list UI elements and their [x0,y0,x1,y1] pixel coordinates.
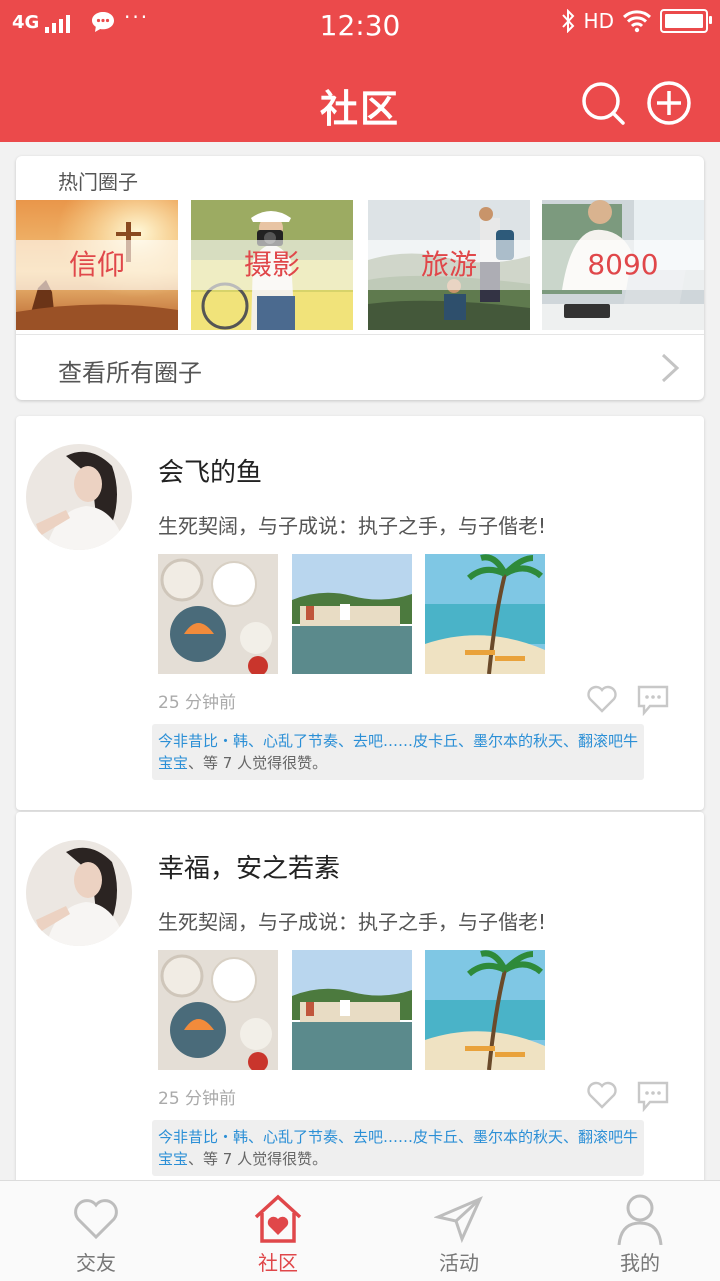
avatar[interactable] [26,444,132,550]
post-time: 25 分钟前 [158,693,237,713]
liked-by-suffix: 、等 7 人觉得很赞。 [188,754,328,772]
circle-label: 摄影 [191,240,353,290]
liked-by-suffix: 、等 7 人觉得很赞。 [188,1150,328,1168]
circle-label: 信仰 [16,240,178,290]
bluetooth-icon [561,9,574,33]
status-right: HD [560,9,712,33]
post-text: 生死契阔，与子成说：执子之手，与子偕老! [158,910,547,934]
circle-tile-photography[interactable]: 摄影 [191,200,353,330]
tab-friends[interactable]: 交友 [6,1181,186,1281]
liked-by-box: 今非昔比・韩、心乱了节奏、去吧……皮卡丘、墨尔本的秋天、翻滚吧牛宝宝、等 7 人… [152,1120,644,1176]
person-icon [617,1194,663,1245]
paper-plane-icon [434,1196,483,1244]
battery-icon [660,9,712,33]
app-header: 4G ··· 12:30 HD 社区 [0,0,720,142]
avatar-photo [26,840,132,946]
bottom-tab-bar: 交友 社区 活动 我的 [0,1180,720,1281]
plus-circle-icon[interactable] [646,80,692,126]
circle-label: 旅游 [368,240,530,290]
chevron-right-icon [661,353,680,383]
post-photo[interactable] [158,950,278,1070]
search-icon[interactable] [580,80,626,126]
circle-tile-8090[interactable]: 8090 [542,200,704,330]
tab-me[interactable]: 我的 [550,1181,720,1281]
hot-circles-card: 热门圈子 信仰 摄影 旅游 8090 查看所有圈子 [16,156,704,400]
post-time: 25 分钟前 [158,1089,237,1109]
hot-circles-title: 热门圈子 [58,170,138,194]
avatar[interactable] [26,840,132,946]
post-card: 幸福，安之若素 生死契阔，与子成说：执子之手，与子偕老! 25 分钟前 今非昔比… [16,812,704,1206]
heart-icon[interactable] [586,1080,618,1110]
post-photo[interactable] [425,950,545,1070]
see-all-circles-label: 查看所有圈子 [58,359,202,387]
post-card: 会飞的鱼 生死契阔，与子成说：执子之手，与子偕老! 25 分钟前 今非昔比・韩、… [16,416,704,810]
tab-community[interactable]: 社区 [188,1181,368,1281]
comment-icon[interactable] [636,1080,670,1112]
circle-tile-faith[interactable]: 信仰 [16,200,178,330]
hot-circles-list: 信仰 摄影 旅游 8090 [16,200,704,330]
tab-label: 活动 [439,1251,479,1275]
tab-label: 交友 [76,1251,116,1275]
hd-label: HD [583,9,614,33]
circle-label: 8090 [542,240,704,290]
status-bar: 4G ··· 12:30 HD [0,0,720,50]
heart-outline-icon [74,1199,118,1240]
wifi-icon [622,10,652,33]
post-photo[interactable] [292,554,412,674]
avatar-photo [26,444,132,550]
post-username[interactable]: 会飞的鱼 [158,452,262,489]
liked-by-box: 今非昔比・韩、心乱了节奏、去吧……皮卡丘、墨尔本的秋天、翻滚吧牛宝宝、等 7 人… [152,724,644,780]
see-all-circles-button[interactable]: 查看所有圈子 [16,334,704,400]
post-photo[interactable] [292,950,412,1070]
home-heart-icon [254,1194,302,1243]
circle-tile-travel[interactable]: 旅游 [368,200,530,330]
post-photo[interactable] [158,554,278,674]
post-photo[interactable] [425,554,545,674]
post-username[interactable]: 幸福，安之若素 [158,848,340,885]
tab-label: 我的 [620,1251,660,1275]
post-text: 生死契阔，与子成说：执子之手，与子偕老! [158,514,547,538]
tab-activities[interactable]: 活动 [369,1181,549,1281]
heart-icon[interactable] [586,684,618,714]
tab-label: 社区 [258,1251,298,1275]
comment-icon[interactable] [636,684,670,716]
